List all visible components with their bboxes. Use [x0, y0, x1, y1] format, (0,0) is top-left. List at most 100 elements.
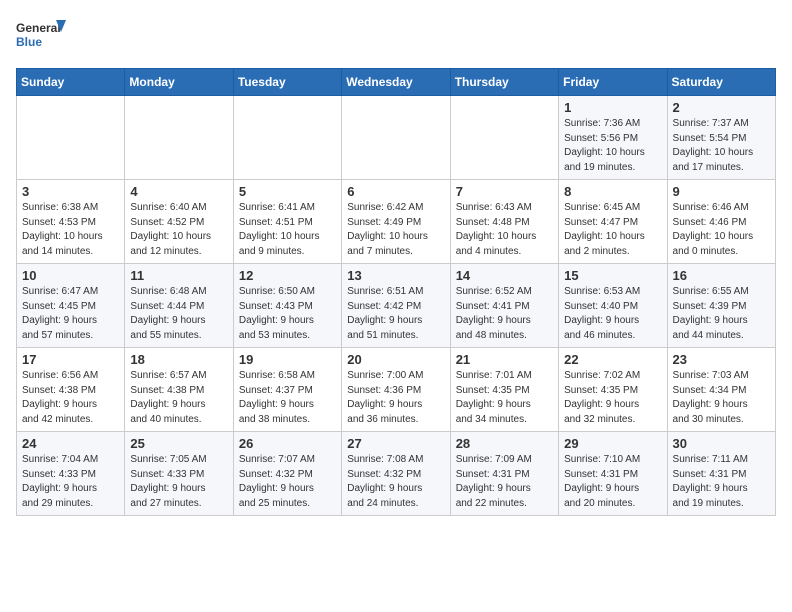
day-number: 27 [347, 436, 444, 451]
day-info: Sunrise: 7:05 AM Sunset: 4:33 PM Dayligh… [130, 453, 227, 511]
calendar-cell: 8Sunrise: 6:45 AM Sunset: 4:47 PM Daylig… [559, 180, 667, 264]
calendar-cell: 1Sunrise: 7:36 AM Sunset: 5:56 PM Daylig… [559, 96, 667, 180]
calendar-cell: 30 Sunrise: 7:11 AM Sunset: 4:31 PM Dayli… [667, 432, 775, 516]
calendar-week-row: 24 Sunrise: 7:04 AM Sunset: 4:33 PM Dayli… [17, 432, 776, 516]
day-number: 14 [456, 268, 553, 283]
svg-text:Blue: Blue [16, 35, 42, 49]
day-number: 12 [239, 268, 336, 283]
day-info: Sunrise: 6:50 AM Sunset: 4:43 PM Dayligh… [239, 285, 336, 343]
calendar-cell: 20 Sunrise: 7:00 AM Sunset: 4:36 PM Dayli… [342, 348, 450, 432]
calendar-week-row: 1Sunrise: 7:36 AM Sunset: 5:56 PM Daylig… [17, 96, 776, 180]
calendar-cell: 21 Sunrise: 7:01 AM Sunset: 4:35 PM Dayli… [450, 348, 558, 432]
day-info: Sunrise: 6:41 AM Sunset: 4:51 PM Dayligh… [239, 201, 336, 259]
day-number: 5 [239, 184, 336, 199]
calendar-cell: 7 Sunrise: 6:43 AM Sunset: 4:48 PM Daylig… [450, 180, 558, 264]
day-number: 16 [673, 268, 770, 283]
day-info: Sunrise: 7:08 AM Sunset: 4:32 PM Dayligh… [347, 453, 444, 511]
day-info: Sunrise: 6:38 AM Sunset: 4:53 PM Dayligh… [22, 201, 119, 259]
day-number: 6 [347, 184, 444, 199]
calendar-cell: 22Sunrise: 7:02 AM Sunset: 4:35 PM Dayli… [559, 348, 667, 432]
day-info: Sunrise: 6:52 AM Sunset: 4:41 PM Dayligh… [456, 285, 553, 343]
calendar-cell: 29 Sunrise: 7:10 AM Sunset: 4:31 PM Dayli… [559, 432, 667, 516]
day-number: 7 [456, 184, 553, 199]
day-info: Sunrise: 7:01 AM Sunset: 4:35 PM Dayligh… [456, 369, 553, 427]
calendar-week-row: 17Sunrise: 6:56 AM Sunset: 4:38 PM Dayli… [17, 348, 776, 432]
page-header: General Blue [16, 16, 776, 58]
day-info: Sunrise: 6:45 AM Sunset: 4:47 PM Dayligh… [564, 201, 661, 259]
day-info: Sunrise: 7:09 AM Sunset: 4:31 PM Dayligh… [456, 453, 553, 511]
calendar-cell: 11 Sunrise: 6:48 AM Sunset: 4:44 PM Dayli… [125, 264, 233, 348]
calendar-cell: 19 Sunrise: 6:58 AM Sunset: 4:37 PM Dayli… [233, 348, 341, 432]
calendar-week-row: 3 Sunrise: 6:38 AM Sunset: 4:53 PM Daylig… [17, 180, 776, 264]
day-number: 3 [22, 184, 119, 199]
calendar-cell: 4 Sunrise: 6:40 AM Sunset: 4:52 PM Daylig… [125, 180, 233, 264]
day-number: 30 [673, 436, 770, 451]
calendar-cell: 27 Sunrise: 7:08 AM Sunset: 4:32 PM Dayli… [342, 432, 450, 516]
day-number: 25 [130, 436, 227, 451]
day-number: 26 [239, 436, 336, 451]
day-number: 29 [564, 436, 661, 451]
calendar-cell: 12 Sunrise: 6:50 AM Sunset: 4:43 PM Dayli… [233, 264, 341, 348]
day-number: 20 [347, 352, 444, 367]
day-info: Sunrise: 6:42 AM Sunset: 4:49 PM Dayligh… [347, 201, 444, 259]
day-info: Sunrise: 6:53 AM Sunset: 4:40 PM Dayligh… [564, 285, 661, 343]
calendar-cell [342, 96, 450, 180]
svg-text:General: General [16, 21, 61, 35]
calendar-cell: 5 Sunrise: 6:41 AM Sunset: 4:51 PM Daylig… [233, 180, 341, 264]
day-number: 1 [564, 100, 661, 115]
calendar-cell [450, 96, 558, 180]
day-info: Sunrise: 7:11 AM Sunset: 4:31 PM Dayligh… [673, 453, 770, 511]
calendar-body: 1Sunrise: 7:36 AM Sunset: 5:56 PM Daylig… [17, 96, 776, 516]
calendar-week-row: 10Sunrise: 6:47 AM Sunset: 4:45 PM Dayli… [17, 264, 776, 348]
day-info: Sunrise: 7:10 AM Sunset: 4:31 PM Dayligh… [564, 453, 661, 511]
calendar-cell: 17Sunrise: 6:56 AM Sunset: 4:38 PM Dayli… [17, 348, 125, 432]
day-info: Sunrise: 6:55 AM Sunset: 4:39 PM Dayligh… [673, 285, 770, 343]
day-number: 11 [130, 268, 227, 283]
day-number: 2 [673, 100, 770, 115]
day-info: Sunrise: 7:03 AM Sunset: 4:34 PM Dayligh… [673, 369, 770, 427]
day-info: Sunrise: 7:07 AM Sunset: 4:32 PM Dayligh… [239, 453, 336, 511]
day-number: 10 [22, 268, 119, 283]
day-info: Sunrise: 6:40 AM Sunset: 4:52 PM Dayligh… [130, 201, 227, 259]
calendar-cell: 23Sunrise: 7:03 AM Sunset: 4:34 PM Dayli… [667, 348, 775, 432]
calendar-cell: 9 Sunrise: 6:46 AM Sunset: 4:46 PM Daylig… [667, 180, 775, 264]
calendar-cell: 14 Sunrise: 6:52 AM Sunset: 4:41 PM Dayli… [450, 264, 558, 348]
day-number: 9 [673, 184, 770, 199]
day-number: 17 [22, 352, 119, 367]
calendar-cell: 6 Sunrise: 6:42 AM Sunset: 4:49 PM Daylig… [342, 180, 450, 264]
weekday-header: Wednesday [342, 69, 450, 96]
calendar-cell: 25 Sunrise: 7:05 AM Sunset: 4:33 PM Dayli… [125, 432, 233, 516]
calendar-cell: 18Sunrise: 6:57 AM Sunset: 4:38 PM Dayli… [125, 348, 233, 432]
calendar-cell [233, 96, 341, 180]
weekday-header: Saturday [667, 69, 775, 96]
calendar-cell: 13Sunrise: 6:51 AM Sunset: 4:42 PM Dayli… [342, 264, 450, 348]
day-info: Sunrise: 6:57 AM Sunset: 4:38 PM Dayligh… [130, 369, 227, 427]
weekday-row: SundayMondayTuesdayWednesdayThursdayFrid… [17, 69, 776, 96]
day-info: Sunrise: 6:46 AM Sunset: 4:46 PM Dayligh… [673, 201, 770, 259]
day-info: Sunrise: 6:43 AM Sunset: 4:48 PM Dayligh… [456, 201, 553, 259]
weekday-header: Thursday [450, 69, 558, 96]
calendar-cell: 24 Sunrise: 7:04 AM Sunset: 4:33 PM Dayli… [17, 432, 125, 516]
weekday-header: Friday [559, 69, 667, 96]
day-number: 4 [130, 184, 227, 199]
calendar-cell: 15Sunrise: 6:53 AM Sunset: 4:40 PM Dayli… [559, 264, 667, 348]
day-info: Sunrise: 7:02 AM Sunset: 4:35 PM Dayligh… [564, 369, 661, 427]
calendar-cell: 16 Sunrise: 6:55 AM Sunset: 4:39 PM Dayli… [667, 264, 775, 348]
day-number: 21 [456, 352, 553, 367]
calendar-cell: 3 Sunrise: 6:38 AM Sunset: 4:53 PM Daylig… [17, 180, 125, 264]
calendar-table: SundayMondayTuesdayWednesdayThursdayFrid… [16, 68, 776, 516]
day-info: Sunrise: 6:48 AM Sunset: 4:44 PM Dayligh… [130, 285, 227, 343]
weekday-header: Tuesday [233, 69, 341, 96]
day-number: 19 [239, 352, 336, 367]
day-info: Sunrise: 6:58 AM Sunset: 4:37 PM Dayligh… [239, 369, 336, 427]
logo: General Blue [16, 16, 66, 58]
calendar-header: SundayMondayTuesdayWednesdayThursdayFrid… [17, 69, 776, 96]
weekday-header: Monday [125, 69, 233, 96]
calendar-cell [125, 96, 233, 180]
day-number: 13 [347, 268, 444, 283]
calendar-cell: 26 Sunrise: 7:07 AM Sunset: 4:32 PM Dayli… [233, 432, 341, 516]
day-info: Sunrise: 7:00 AM Sunset: 4:36 PM Dayligh… [347, 369, 444, 427]
day-info: Sunrise: 7:04 AM Sunset: 4:33 PM Dayligh… [22, 453, 119, 511]
day-number: 24 [22, 436, 119, 451]
calendar-cell: 2Sunrise: 7:37 AM Sunset: 5:54 PM Daylig… [667, 96, 775, 180]
